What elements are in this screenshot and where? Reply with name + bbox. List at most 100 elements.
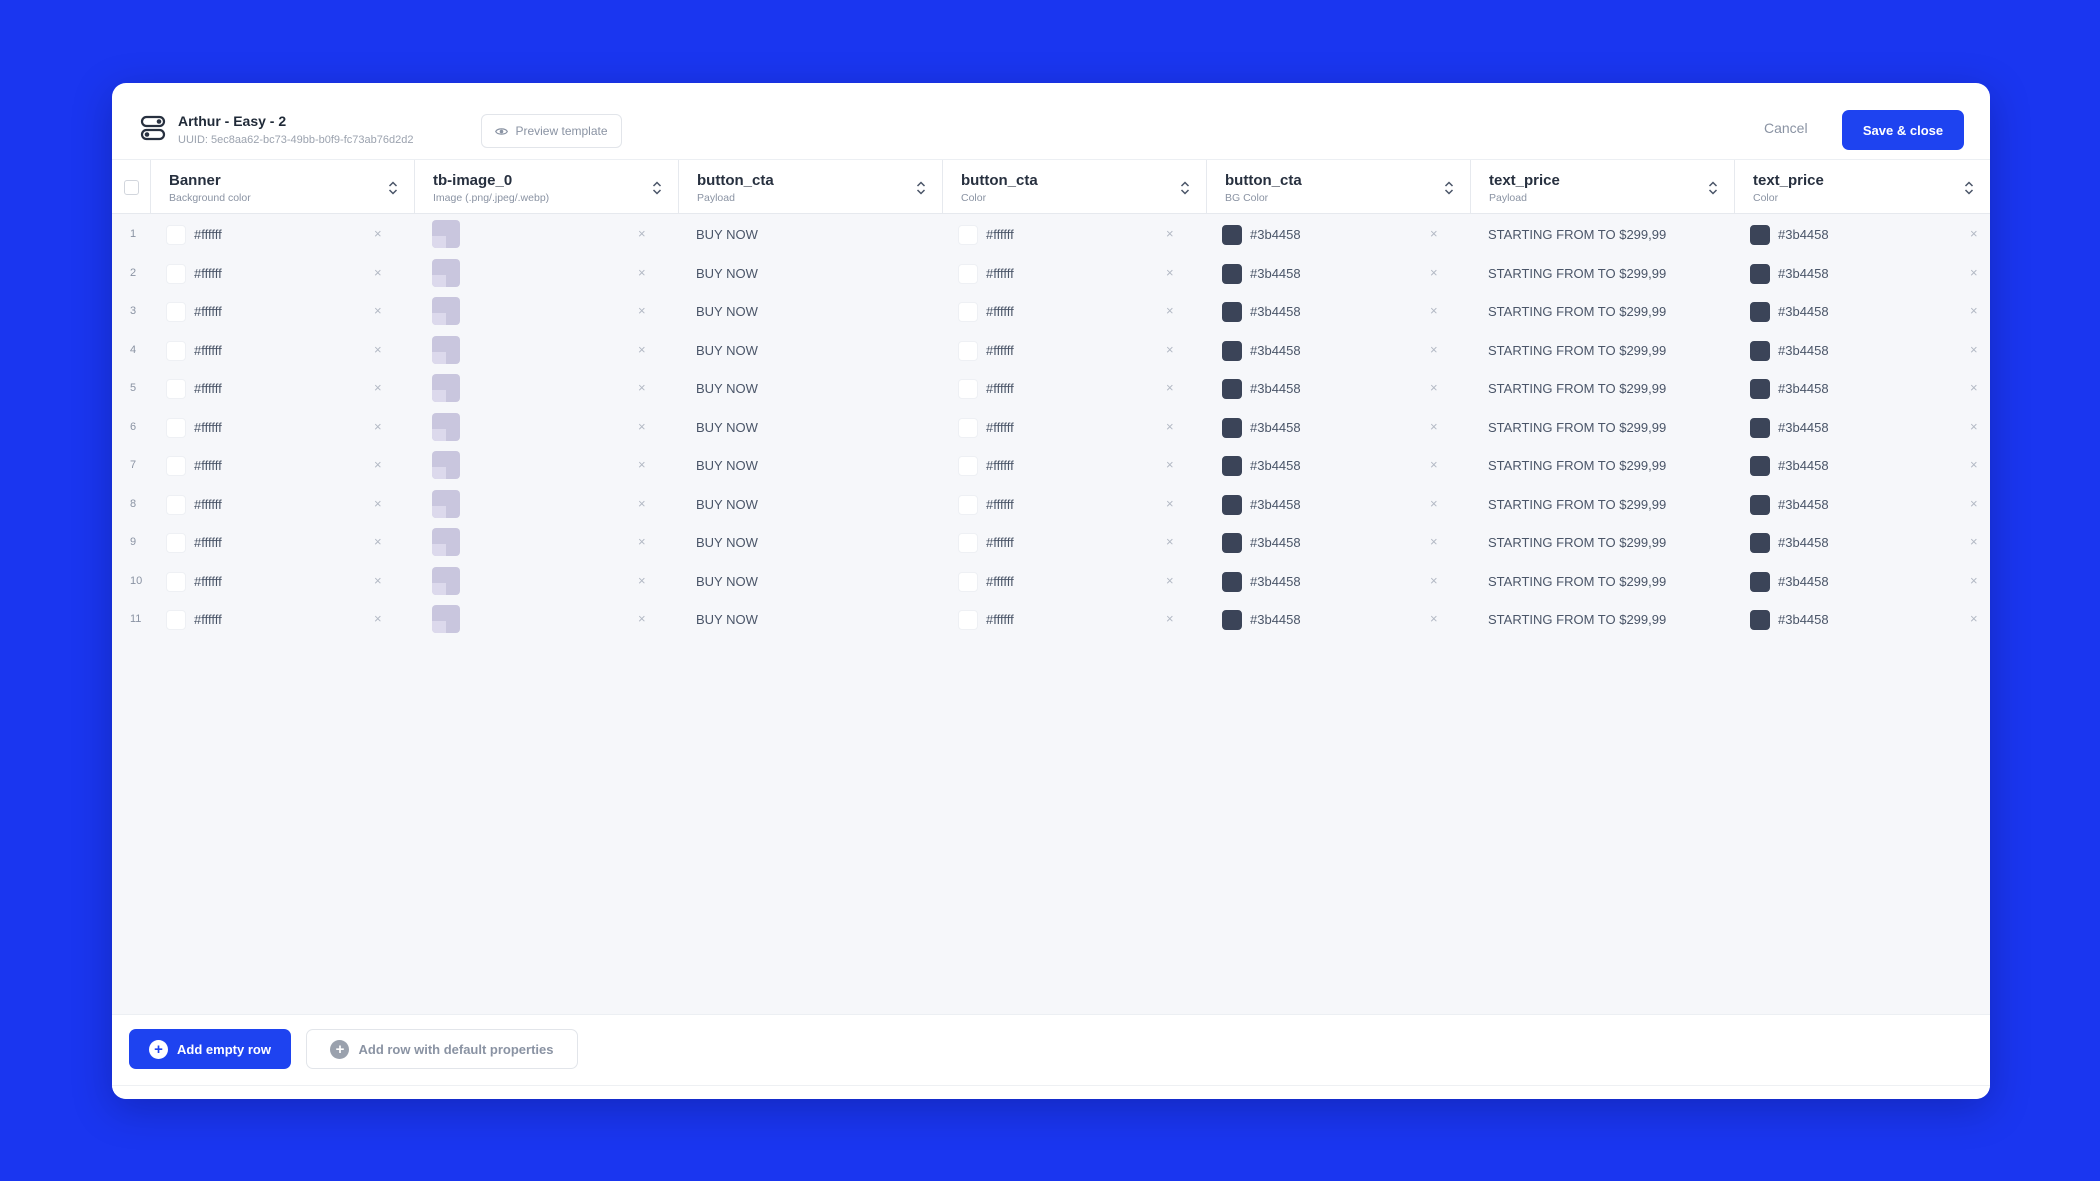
color-value[interactable]: #ffffff <box>194 535 222 550</box>
color-value[interactable]: #3b4458 <box>1778 420 1829 435</box>
text-value[interactable]: BUY NOW <box>696 227 758 242</box>
color-cell[interactable]: #3b4458 × <box>1206 446 1470 484</box>
color-swatch[interactable] <box>1222 533 1242 553</box>
color-swatch[interactable] <box>1222 263 1242 284</box>
text-value[interactable]: STARTING FROM TO $299,99 <box>1488 304 1666 319</box>
text-value[interactable]: BUY NOW <box>696 497 758 512</box>
text-cell[interactable]: STARTING FROM TO $299,99 <box>1470 254 1734 292</box>
image-thumbnail[interactable] <box>432 566 460 595</box>
color-value[interactable]: #ffffff <box>194 381 222 396</box>
color-value[interactable]: #3b4458 <box>1778 535 1829 550</box>
color-cell[interactable]: #3b4458 × <box>1206 408 1470 446</box>
add-empty-row-button[interactable]: + Add empty row <box>129 1029 291 1069</box>
color-cell[interactable]: #3b4458 × <box>1206 254 1470 292</box>
text-cell[interactable]: BUY NOW <box>678 215 942 253</box>
color-value[interactable]: #ffffff <box>986 381 1014 396</box>
clear-icon[interactable]: × <box>1970 380 1978 395</box>
clear-icon[interactable]: × <box>1166 380 1174 395</box>
image-cell[interactable]: × <box>414 523 678 561</box>
color-value[interactable]: #3b4458 <box>1778 381 1829 396</box>
clear-icon[interactable]: × <box>1970 611 1978 626</box>
color-swatch[interactable] <box>958 610 978 630</box>
color-cell[interactable]: #ffffff × <box>150 292 414 330</box>
sort-icon[interactable] <box>1708 180 1718 196</box>
clear-icon[interactable]: × <box>1430 573 1438 588</box>
color-value[interactable]: #ffffff <box>194 343 222 358</box>
color-cell[interactable]: #ffffff × <box>150 446 414 484</box>
color-value[interactable]: #ffffff <box>986 304 1014 319</box>
clear-icon[interactable]: × <box>638 342 646 357</box>
color-cell[interactable]: #ffffff × <box>942 331 1206 369</box>
text-value[interactable]: STARTING FROM TO $299,99 <box>1488 497 1666 512</box>
color-cell[interactable]: #3b4458 × <box>1206 600 1470 638</box>
text-cell[interactable]: BUY NOW <box>678 485 942 523</box>
text-value[interactable]: BUY NOW <box>696 574 758 589</box>
color-value[interactable]: #ffffff <box>194 304 222 319</box>
column-header[interactable]: Banner Background color <box>150 160 414 214</box>
color-cell[interactable]: #3b4458 × <box>1734 292 1990 330</box>
color-value[interactable]: #3b4458 <box>1250 612 1301 627</box>
color-swatch[interactable] <box>166 263 186 284</box>
color-value[interactable]: #3b4458 <box>1778 304 1829 319</box>
clear-icon[interactable]: × <box>1970 419 1978 434</box>
sort-icon[interactable] <box>388 180 398 196</box>
add-default-row-button[interactable]: + Add row with default properties <box>306 1029 578 1069</box>
color-swatch[interactable] <box>958 302 978 322</box>
color-value[interactable]: #3b4458 <box>1250 497 1301 512</box>
clear-icon[interactable]: × <box>1430 303 1438 318</box>
clear-icon[interactable]: × <box>374 573 382 588</box>
color-swatch[interactable] <box>1750 379 1770 399</box>
text-value[interactable]: BUY NOW <box>696 266 758 281</box>
color-swatch[interactable] <box>1222 340 1242 361</box>
image-cell[interactable]: × <box>414 254 678 292</box>
clear-icon[interactable]: × <box>1166 573 1174 588</box>
clear-icon[interactable]: × <box>638 265 646 280</box>
color-value[interactable]: #ffffff <box>986 227 1014 242</box>
save-close-button[interactable]: Save & close <box>1842 110 1964 150</box>
color-swatch[interactable] <box>958 571 978 592</box>
image-cell[interactable]: × <box>414 369 678 407</box>
clear-icon[interactable]: × <box>1970 534 1978 549</box>
color-swatch[interactable] <box>1222 379 1242 399</box>
text-cell[interactable]: BUY NOW <box>678 446 942 484</box>
clear-icon[interactable]: × <box>374 534 382 549</box>
color-value[interactable]: #3b4458 <box>1778 227 1829 242</box>
clear-icon[interactable]: × <box>1970 342 1978 357</box>
image-thumbnail[interactable] <box>432 528 460 556</box>
clear-icon[interactable]: × <box>1166 265 1174 280</box>
column-header[interactable]: button_cta Color <box>942 160 1206 214</box>
color-swatch[interactable] <box>1222 494 1242 515</box>
image-thumbnail[interactable] <box>432 374 460 402</box>
clear-icon[interactable]: × <box>1430 496 1438 511</box>
image-thumbnail[interactable] <box>432 335 460 364</box>
clear-icon[interactable]: × <box>1970 265 1978 280</box>
text-value[interactable]: STARTING FROM TO $299,99 <box>1488 266 1666 281</box>
color-swatch[interactable] <box>1750 456 1770 476</box>
color-cell[interactable]: #ffffff × <box>942 215 1206 253</box>
color-swatch[interactable] <box>1750 494 1770 515</box>
image-cell[interactable]: × <box>414 215 678 253</box>
color-swatch[interactable] <box>1222 571 1242 592</box>
color-cell[interactable]: #ffffff × <box>150 485 414 523</box>
color-cell[interactable]: #ffffff × <box>942 254 1206 292</box>
text-cell[interactable]: STARTING FROM TO $299,99 <box>1470 523 1734 561</box>
color-value[interactable]: #ffffff <box>986 458 1014 473</box>
color-swatch[interactable] <box>166 379 186 399</box>
color-swatch[interactable] <box>1750 533 1770 553</box>
clear-icon[interactable]: × <box>374 265 382 280</box>
color-cell[interactable]: #ffffff × <box>150 523 414 561</box>
image-thumbnail[interactable] <box>432 297 460 325</box>
color-swatch[interactable] <box>958 263 978 284</box>
color-cell[interactable]: #3b4458 × <box>1734 562 1990 600</box>
color-cell[interactable]: #ffffff × <box>150 369 414 407</box>
text-cell[interactable]: BUY NOW <box>678 331 942 369</box>
color-value[interactable]: #3b4458 <box>1250 535 1301 550</box>
color-swatch[interactable] <box>958 379 978 399</box>
color-value[interactable]: #ffffff <box>986 266 1014 281</box>
color-swatch[interactable] <box>1222 456 1242 476</box>
text-value[interactable]: BUY NOW <box>696 343 758 358</box>
clear-icon[interactable]: × <box>1970 573 1978 588</box>
color-swatch[interactable] <box>958 533 978 553</box>
color-value[interactable]: #ffffff <box>986 574 1014 589</box>
text-cell[interactable]: BUY NOW <box>678 369 942 407</box>
